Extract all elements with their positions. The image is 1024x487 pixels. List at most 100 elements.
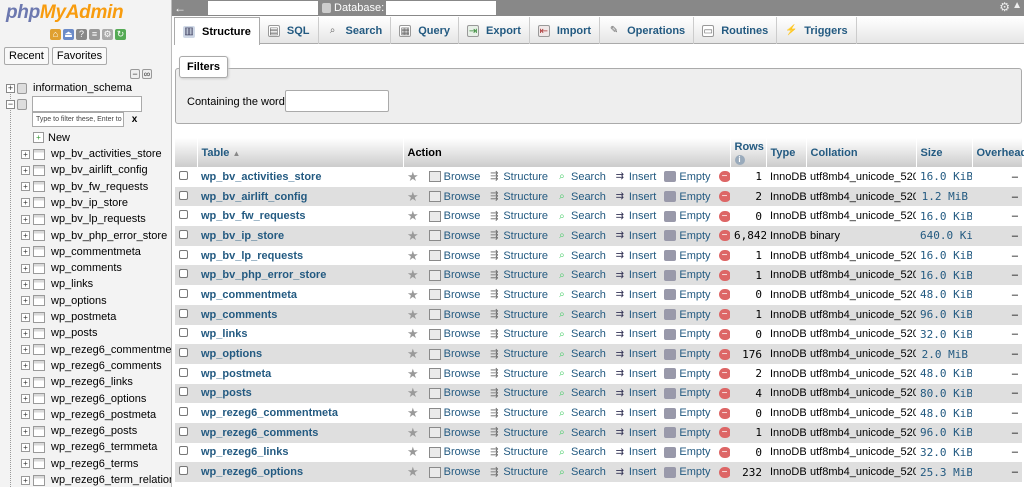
table-size[interactable]: 640.0 KiB [916,226,972,246]
table-name-link[interactable]: wp_postmeta [197,363,403,384]
browse-link[interactable]: Browse [428,387,480,399]
structure-link[interactable]: ⇶ Structure [488,250,548,262]
drop-link[interactable]: −Drop [718,230,730,242]
table-name-link[interactable]: wp_commentmeta [197,285,403,305]
table-size[interactable]: 48.0 KiB [916,363,972,384]
insert-link[interactable]: ⇉ Insert [614,171,657,183]
insert-link[interactable]: ⇉ Insert [614,328,657,340]
favorite-star-icon[interactable]: ★ [407,267,419,283]
logout-icon[interactable]: ⏏ [63,29,74,40]
table-size[interactable]: 2.0 MiB [916,344,972,364]
row-checkbox[interactable] [179,190,188,200]
drop-link[interactable]: −Drop [718,309,730,321]
structure-link[interactable]: ⇶ Structure [488,466,548,478]
browse-link[interactable]: Browse [428,250,480,262]
database-breadcrumb[interactable] [386,1,497,15]
table-name-link[interactable]: wp_bv_lp_requests [197,245,403,266]
structure-link[interactable]: ⇶ Structure [488,387,548,399]
drop-link[interactable]: −Drop [718,269,730,281]
tab-routines[interactable]: ▭ Routines [694,17,778,44]
empty-link[interactable]: Empty [664,289,711,301]
table-name-link[interactable]: wp_bv_activities_store [197,167,403,187]
search-link[interactable]: ⌕ Search [556,289,606,301]
search-link[interactable]: ⌕ Search [556,348,606,360]
overhead-column-header[interactable]: Overhead [972,138,1024,167]
structure-link[interactable]: ⇶ Structure [488,210,548,222]
structure-link[interactable]: ⇶ Structure [488,446,548,458]
browse-link[interactable]: Browse [428,328,480,340]
table-column-header[interactable]: Table ▲ [197,138,404,167]
row-checkbox[interactable] [179,426,188,436]
search-link[interactable]: ⌕ Search [556,210,606,222]
home-icon[interactable]: ⌂ [50,29,61,40]
search-link[interactable]: ⌕ Search [556,407,606,419]
empty-link[interactable]: Empty [664,368,711,380]
browse-link[interactable]: Browse [428,348,480,360]
expand-icon[interactable]: + [21,165,30,175]
structure-link[interactable]: ⇶ Structure [488,407,548,419]
expand-icon[interactable]: + [21,247,30,257]
table-size[interactable]: 16.0 KiB [916,245,972,266]
favorite-star-icon[interactable]: ★ [407,307,419,323]
insert-link[interactable]: ⇉ Insert [614,387,657,399]
table-size[interactable]: 48.0 KiB [916,403,972,423]
reload-icon[interactable]: ↻ [115,29,126,40]
drop-link[interactable]: −Drop [718,171,730,183]
favorite-star-icon[interactable]: ★ [407,444,419,460]
expand-icon[interactable]: + [21,198,30,208]
drop-link[interactable]: −Drop [718,427,730,439]
tab-search[interactable]: ⌕ Search [319,17,392,44]
structure-link[interactable]: ⇶ Structure [488,348,548,360]
browse-link[interactable]: Browse [428,171,480,183]
info-icon[interactable]: i [734,154,745,165]
table-name-link[interactable]: wp_options [197,344,403,364]
drop-link[interactable]: −Drop [718,289,730,301]
row-checkbox[interactable] [179,170,188,180]
insert-link[interactable]: ⇉ Insert [614,210,657,222]
expand-icon[interactable]: + [21,410,30,420]
expand-icon[interactable]: + [21,377,30,387]
row-checkbox[interactable] [179,229,188,239]
browse-link[interactable]: Browse [428,427,480,439]
table-size[interactable]: 1.2 MiB [916,186,972,207]
help-icon[interactable]: ? [76,29,87,40]
table-name-link[interactable]: wp_rezeg6_commentmeta [197,403,403,423]
search-link[interactable]: ⌕ Search [556,387,606,399]
expand-icon[interactable]: + [21,312,30,322]
insert-link[interactable]: ⇉ Insert [614,250,657,262]
nav-table-item[interactable]: + wp_links [21,276,93,292]
table-name-link[interactable]: wp_bv_ip_store [197,226,403,246]
empty-link[interactable]: Empty [664,387,711,399]
search-link[interactable]: ⌕ Search [556,368,606,380]
browse-link[interactable]: Browse [428,230,480,242]
expand-icon[interactable]: + [21,345,30,355]
nav-table-item[interactable]: + wp_rezeg6_term_relationship [21,472,171,487]
row-checkbox[interactable] [179,269,188,279]
insert-link[interactable]: ⇉ Insert [614,191,657,203]
drop-link[interactable]: −Drop [718,191,730,203]
insert-link[interactable]: ⇉ Insert [614,427,657,439]
row-checkbox[interactable] [179,407,188,417]
tab-triggers[interactable]: ⚡ Triggers [777,17,857,44]
row-checkbox[interactable] [179,308,188,318]
favorite-star-icon[interactable]: ★ [407,287,419,303]
empty-link[interactable]: Empty [664,269,711,281]
insert-link[interactable]: ⇉ Insert [614,289,657,301]
expand-icon[interactable]: + [21,231,30,240]
browse-link[interactable]: Browse [428,446,480,458]
browse-link[interactable]: Browse [428,191,480,203]
table-size[interactable]: 16.0 KiB [916,206,972,227]
expand-icon[interactable]: + [21,426,30,436]
browse-link[interactable]: Browse [428,269,480,281]
collapse-top-icon[interactable]: ▲ [1012,0,1022,11]
structure-link[interactable]: ⇶ Structure [488,328,548,340]
insert-link[interactable]: ⇉ Insert [614,269,657,281]
db-current[interactable]: − [6,96,33,112]
row-checkbox[interactable] [179,328,188,338]
insert-link[interactable]: ⇉ Insert [614,309,657,321]
search-link[interactable]: ⌕ Search [556,250,606,262]
table-name-link[interactable]: wp_bv_fw_requests [197,206,403,227]
browse-link[interactable]: Browse [428,368,480,380]
drop-link[interactable]: −Drop [718,328,730,340]
nav-table-item[interactable]: + wp_bv_fw_requests [21,179,148,195]
